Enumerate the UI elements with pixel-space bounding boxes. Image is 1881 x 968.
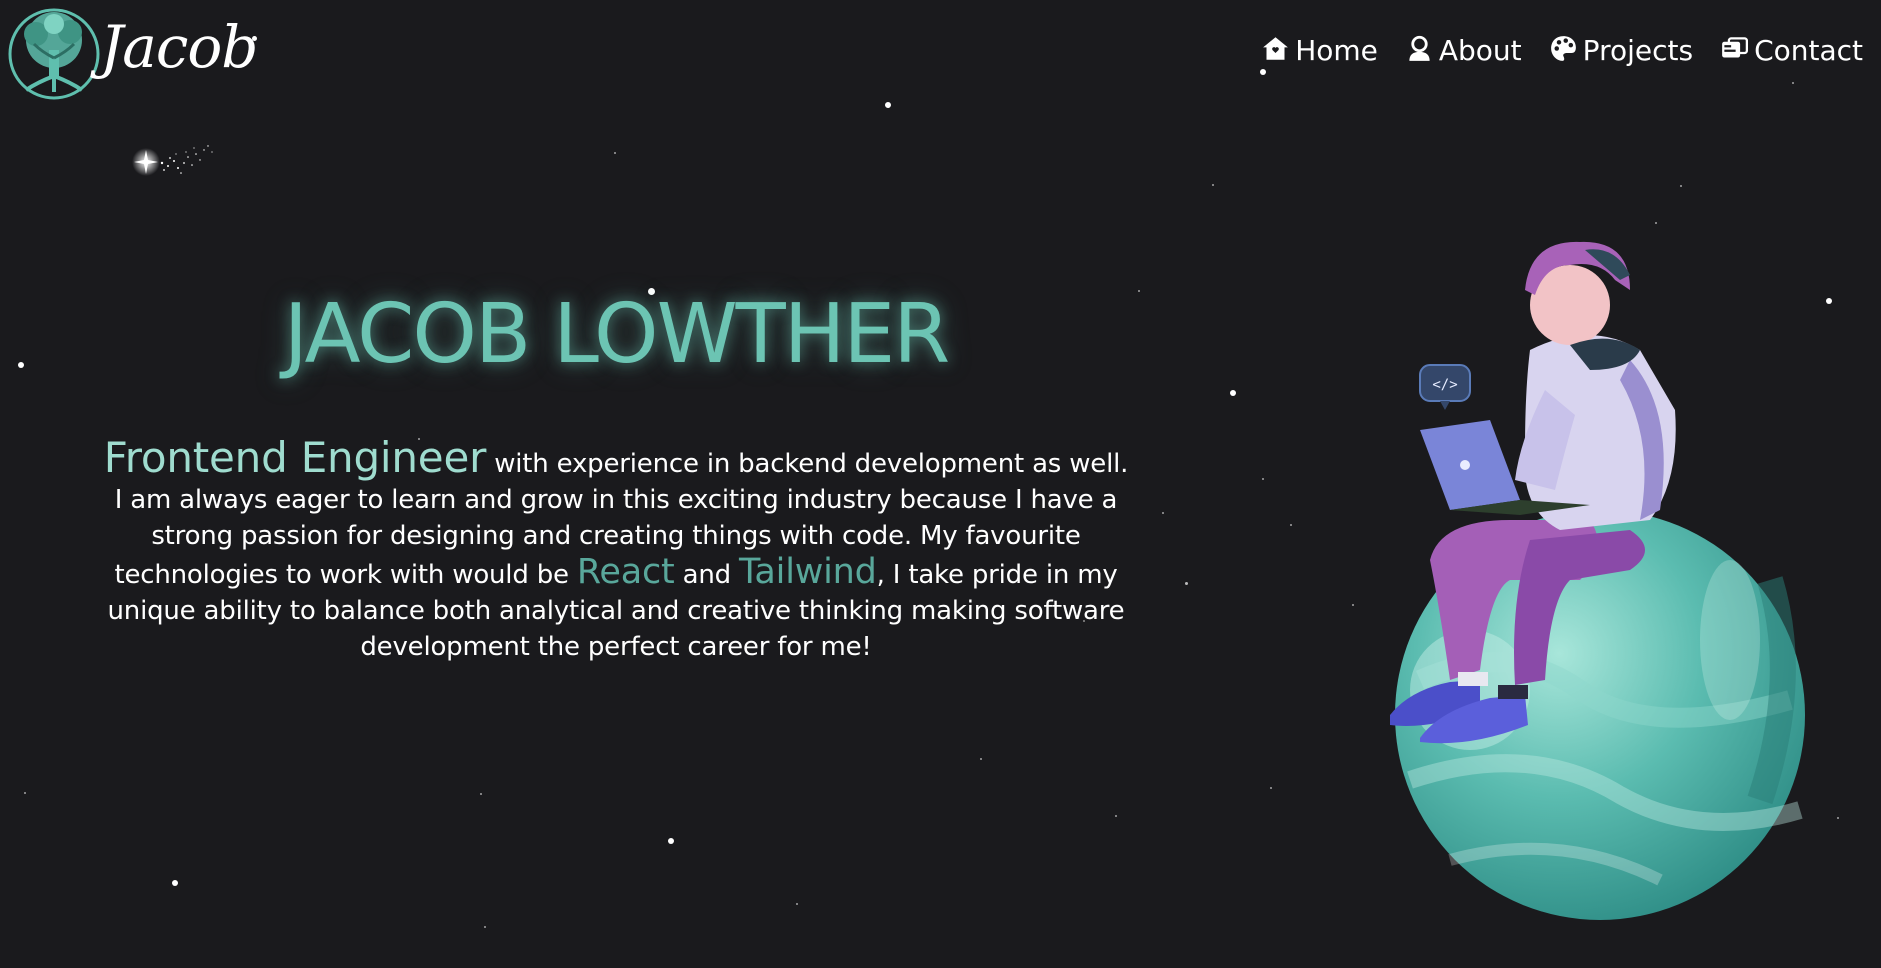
palette-icon (1550, 35, 1577, 66)
role-highlight: Frontend Engineer (103, 433, 487, 482)
tech-react: React (576, 552, 675, 592)
contact-card-icon (1721, 35, 1749, 66)
user-icon (1406, 35, 1433, 66)
nav-contact-link[interactable]: Contact (1721, 34, 1863, 67)
portfolio-page: Jacob Home About Projects Contact JACOB … (0, 0, 1881, 968)
nav-about-label: About (1438, 34, 1522, 67)
developer-on-planet-illustration: </> (1330, 220, 1830, 920)
shooting-star-icon (126, 132, 236, 192)
nav-contact-label: Contact (1754, 34, 1863, 67)
tree-logo-icon[interactable] (8, 6, 102, 102)
main-nav: Home About Projects Contact (1262, 34, 1863, 67)
nav-projects-link[interactable]: Projects (1550, 34, 1693, 67)
house-icon (1262, 35, 1289, 66)
bio-and: and (674, 560, 740, 590)
tech-tailwind: Tailwind (739, 552, 877, 592)
nav-home-label: Home (1295, 34, 1378, 67)
code-bubble-icon: </> (1419, 364, 1471, 410)
nav-about-link[interactable]: About (1406, 34, 1522, 67)
nav-projects-label: Projects (1582, 34, 1694, 67)
hero-name-heading: JACOB LOWTHER (283, 287, 950, 382)
bio-paragraph: Frontend Engineer with experience in bac… (100, 437, 1132, 665)
svg-text:</>: </> (1432, 377, 1457, 393)
logo-wordmark[interactable]: Jacob (100, 12, 258, 82)
nav-home-link[interactable]: Home (1262, 34, 1378, 67)
